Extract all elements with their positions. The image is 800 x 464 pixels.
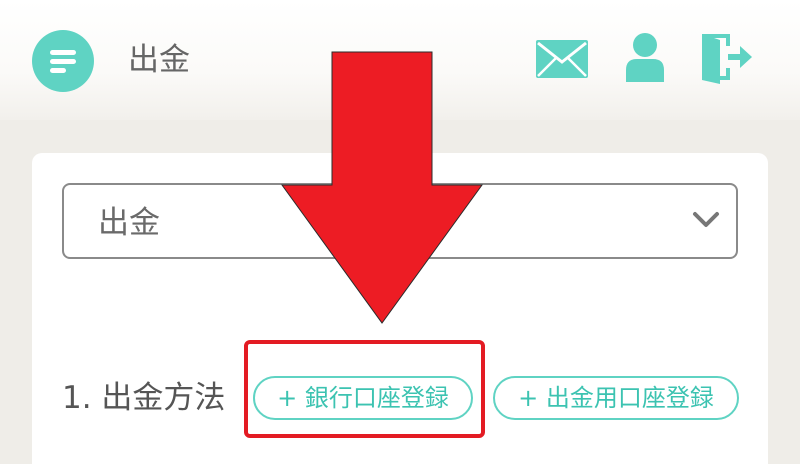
- menu-icon-bar: [50, 68, 66, 73]
- chevron-down-icon: [693, 212, 719, 227]
- user-icon[interactable]: [624, 32, 666, 82]
- page-title: 出金: [128, 42, 190, 78]
- menu-icon: [50, 50, 76, 55]
- menu-icon-bar: [50, 59, 76, 64]
- withdraw-type-select[interactable]: 出金: [62, 183, 738, 259]
- register-bank-account-button[interactable]: + 銀行口座登録: [253, 376, 473, 420]
- select-value: 出金: [98, 205, 160, 241]
- app-header: 出金: [0, 0, 800, 120]
- register-withdraw-account-button[interactable]: + 出金用口座登録: [493, 376, 739, 420]
- mail-icon[interactable]: [536, 40, 588, 78]
- logout-icon[interactable]: [700, 30, 754, 84]
- withdraw-method-label: 1. 出金方法: [62, 380, 226, 416]
- menu-button[interactable]: [32, 30, 94, 92]
